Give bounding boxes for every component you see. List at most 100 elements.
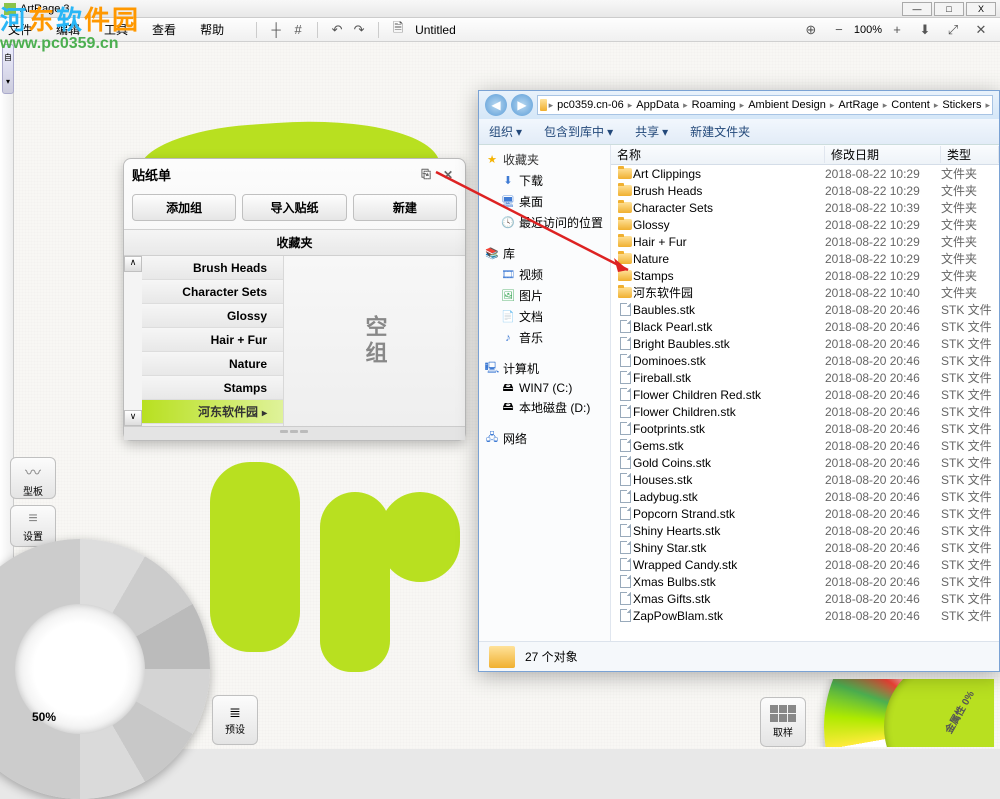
sidebar-pictures[interactable]: 🖼图片 (479, 285, 610, 306)
file-row[interactable]: Shiny Hearts.stk2018-08-20 20:46STK 文件 (611, 522, 999, 539)
file-row[interactable]: Dominoes.stk2018-08-20 20:46STK 文件 (611, 352, 999, 369)
menu-help[interactable]: 帮助 (200, 21, 224, 38)
grid-icon[interactable]: ┼ (267, 21, 285, 39)
menu-file[interactable]: 文件 (8, 21, 32, 38)
sticker-group-item[interactable]: Brush Heads (142, 256, 283, 280)
sticker-group-item[interactable]: Nature (142, 352, 283, 376)
col-name[interactable]: 名称 (611, 146, 825, 163)
add-group-button[interactable]: 添加组 (132, 194, 236, 221)
file-row[interactable]: ZapPowBlam.stk2018-08-20 20:46STK 文件 (611, 607, 999, 624)
column-headers[interactable]: 名称 修改日期 类型 (611, 145, 999, 165)
sticker-group-item[interactable]: Character Sets (142, 280, 283, 304)
file-row[interactable]: Nature2018-08-22 10:29文件夹 (611, 250, 999, 267)
file-row[interactable]: Shiny Star.stk2018-08-20 20:46STK 文件 (611, 539, 999, 556)
col-type[interactable]: 类型 (941, 146, 999, 163)
sidebar-documents[interactable]: 📄文档 (479, 306, 610, 327)
scroll-up-button[interactable]: ∧ (124, 256, 142, 272)
sidebar-music[interactable]: ♪音乐 (479, 327, 610, 348)
file-row[interactable]: Baubles.stk2018-08-20 20:46STK 文件 (611, 301, 999, 318)
sidebar-desktop[interactable]: 🖥桌面 (479, 191, 610, 212)
ruler-widget[interactable]: 自▾ (2, 44, 14, 94)
sidebar-drive-c[interactable]: 🖴WIN7 (C:) (479, 379, 610, 397)
undo-icon[interactable]: ↶ (328, 21, 346, 39)
include-menu[interactable]: 包含到库中 ▾ (544, 123, 613, 140)
color-picker[interactable]: 金属性 0% (814, 679, 994, 747)
stencil-button[interactable]: 〰 型板 (10, 457, 56, 499)
download-icon[interactable]: ⬇ (916, 21, 934, 39)
breadcrumb-segment[interactable]: Ambient Design (744, 99, 830, 111)
settings-button[interactable]: ≡ 设置 (10, 505, 56, 547)
nav-back-button[interactable]: ◀ (485, 94, 507, 116)
file-row[interactable]: Brush Heads2018-08-22 10:29文件夹 (611, 182, 999, 199)
file-row[interactable]: Character Sets2018-08-22 10:39文件夹 (611, 199, 999, 216)
sticker-group-item[interactable]: Hair + Fur (142, 328, 283, 352)
file-row[interactable]: Ladybug.stk2018-08-20 20:46STK 文件 (611, 488, 999, 505)
breadcrumb-segment[interactable]: Roaming (688, 99, 740, 111)
file-row[interactable]: Flower Children.stk2018-08-20 20:46STK 文… (611, 403, 999, 420)
sidebar-network[interactable]: 🖧网络 (479, 428, 610, 449)
file-row[interactable]: Houses.stk2018-08-20 20:46STK 文件 (611, 471, 999, 488)
zoom-out-icon[interactable]: − (830, 21, 848, 39)
file-row[interactable]: Black Pearl.stk2018-08-20 20:46STK 文件 (611, 318, 999, 335)
preset-button[interactable]: ≣ 预设 (212, 695, 258, 745)
import-sticker-button[interactable]: 导入贴纸 (242, 194, 346, 221)
col-date[interactable]: 修改日期 (825, 146, 941, 163)
file-row[interactable]: Flower Children Red.stk2018-08-20 20:46S… (611, 386, 999, 403)
snap-icon[interactable]: # (289, 21, 307, 39)
sticker-group-item[interactable]: 河东软件园 (142, 400, 283, 424)
new-folder-button[interactable]: 新建文件夹 (690, 123, 750, 140)
sidebar-computer[interactable]: 🖳计算机 (479, 358, 610, 379)
breadcrumb-segment[interactable]: ArtRage (834, 99, 882, 111)
file-row[interactable]: Glossy2018-08-22 10:29文件夹 (611, 216, 999, 233)
breadcrumb-segment[interactable]: Content (887, 99, 934, 111)
sticker-group-item[interactable]: Stamps (142, 376, 283, 400)
menu-tools[interactable]: 工具 (104, 21, 128, 38)
file-row[interactable]: Hair + Fur2018-08-22 10:29文件夹 (611, 233, 999, 250)
breadcrumb-bar[interactable]: ▸ pc0359.cn-06▸AppData▸Roaming▸Ambient D… (537, 95, 993, 115)
breadcrumb-segment[interactable]: pc0359.cn-06 (553, 99, 628, 111)
breadcrumb-segment[interactable]: Stickers (938, 99, 985, 111)
fullscreen-icon[interactable]: ⤢ (944, 21, 962, 39)
file-row[interactable]: Xmas Bulbs.stk2018-08-20 20:46STK 文件 (611, 573, 999, 590)
sidebar-favorites[interactable]: ★收藏夹 (479, 149, 610, 170)
sampler-button[interactable]: 取样 (760, 697, 806, 747)
new-sticker-button[interactable]: 新建 (353, 194, 457, 221)
breadcrumb-segment[interactable]: AppData (632, 99, 683, 111)
target-icon[interactable]: ⊕ (802, 21, 820, 39)
sidebar-video[interactable]: 🎞视频 (479, 264, 610, 285)
file-row[interactable]: Wrapped Candy.stk2018-08-20 20:46STK 文件 (611, 556, 999, 573)
file-row[interactable]: Xmas Gifts.stk2018-08-20 20:46STK 文件 (611, 590, 999, 607)
sidebar-library[interactable]: 📚库 (479, 243, 610, 264)
file-row[interactable]: Stamps2018-08-22 10:29文件夹 (611, 267, 999, 284)
organize-menu[interactable]: 组织 ▾ (489, 123, 522, 140)
minimize-button[interactable]: — (902, 2, 932, 16)
zoom-in-icon[interactable]: + (888, 21, 906, 39)
tool-wheel[interactable]: 50% (0, 549, 210, 749)
explorer-titlebar[interactable]: ◀ ▶ ▸ pc0359.cn-06▸AppData▸Roaming▸Ambie… (479, 91, 999, 119)
favorites-row[interactable]: 收藏夹 (124, 229, 465, 256)
file-row[interactable]: Gems.stk2018-08-20 20:46STK 文件 (611, 437, 999, 454)
panel-close-icon[interactable]: ✕ (439, 166, 457, 184)
file-row[interactable]: Fireball.stk2018-08-20 20:46STK 文件 (611, 369, 999, 386)
sticker-group-item[interactable]: Glossy (142, 304, 283, 328)
redo-icon[interactable]: ↷ (350, 21, 368, 39)
sidebar-drive-d[interactable]: 🖴本地磁盘 (D:) (479, 397, 610, 418)
menu-view[interactable]: 查看 (152, 21, 176, 38)
scroll-track[interactable] (124, 272, 142, 410)
menu-edit[interactable]: 编辑 (56, 21, 80, 38)
pin-icon[interactable]: ⎘ (417, 166, 435, 184)
share-menu[interactable]: 共享 ▾ (635, 123, 668, 140)
nav-forward-button[interactable]: ▶ (511, 94, 533, 116)
close-button[interactable]: X (966, 2, 996, 16)
file-row[interactable]: 河东软件园2018-08-22 10:40文件夹 (611, 284, 999, 301)
scroll-down-button[interactable]: ∨ (124, 410, 142, 426)
file-row[interactable]: Art Clippings2018-08-22 10:29文件夹 (611, 165, 999, 182)
sidebar-downloads[interactable]: ⬇下载 (479, 170, 610, 191)
file-row[interactable]: Footprints.stk2018-08-20 20:46STK 文件 (611, 420, 999, 437)
file-row[interactable]: Gold Coins.stk2018-08-20 20:46STK 文件 (611, 454, 999, 471)
panel-resize-grip[interactable] (124, 426, 465, 440)
maximize-button[interactable]: □ (934, 2, 964, 16)
document-icon[interactable]: 🗎 (389, 21, 407, 39)
file-row[interactable]: Popcorn Strand.stk2018-08-20 20:46STK 文件 (611, 505, 999, 522)
file-row[interactable]: Bright Baubles.stk2018-08-20 20:46STK 文件 (611, 335, 999, 352)
